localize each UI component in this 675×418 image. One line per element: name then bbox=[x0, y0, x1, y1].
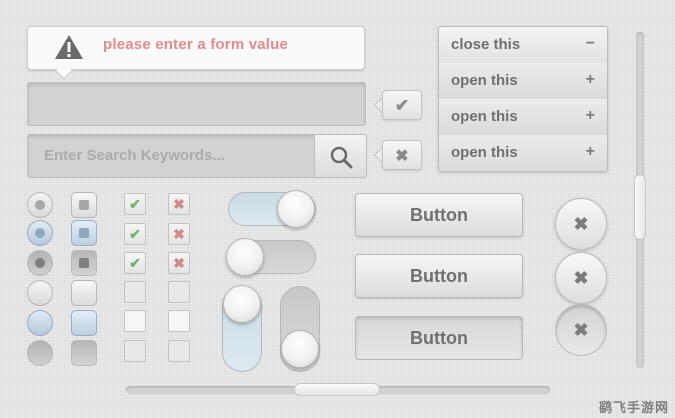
radio-default[interactable] bbox=[27, 280, 53, 306]
vertical-scrollbar-thumb[interactable] bbox=[634, 174, 646, 240]
radio-focus-selected[interactable] bbox=[27, 220, 53, 246]
button-default[interactable]: Button bbox=[355, 193, 523, 237]
toggle-knob[interactable] bbox=[226, 238, 264, 276]
close-icon: ✖ bbox=[395, 148, 409, 165]
checkbox-unchecked[interactable] bbox=[168, 340, 190, 362]
checkbox-crossed[interactable]: ✖ bbox=[168, 252, 190, 274]
close-button-pressed[interactable]: ✖ bbox=[555, 304, 607, 356]
close-button-hover[interactable]: ✖ bbox=[555, 252, 607, 304]
check-icon: ✔ bbox=[394, 96, 410, 115]
button-pressed[interactable]: Button bbox=[355, 316, 523, 360]
search-icon bbox=[330, 146, 353, 169]
horizontal-scrollbar-thumb[interactable] bbox=[294, 383, 380, 396]
accordion-item-label: open this bbox=[451, 144, 518, 161]
checkbox-unchecked[interactable] bbox=[168, 310, 190, 332]
checkbox-crossed[interactable]: ✖ bbox=[168, 223, 190, 245]
accordion-item-open-2[interactable]: open this + bbox=[439, 99, 607, 136]
checkbox-checked[interactable]: ✔ bbox=[124, 252, 146, 274]
checkbox-crossed[interactable]: ✖ bbox=[168, 193, 190, 215]
accordion-item-label: close this bbox=[451, 36, 521, 53]
invalid-indicator: ✖ bbox=[382, 140, 422, 170]
toggle-knob[interactable] bbox=[223, 285, 261, 323]
checkbox-unchecked[interactable] bbox=[124, 281, 146, 303]
text-input[interactable] bbox=[27, 82, 366, 126]
square-check[interactable] bbox=[71, 280, 97, 306]
toggle-knob[interactable] bbox=[281, 330, 319, 368]
radio-active-selected[interactable] bbox=[27, 250, 53, 276]
square-check-active-selected[interactable] bbox=[71, 250, 97, 276]
square-check-active[interactable] bbox=[71, 340, 97, 366]
radio-focus[interactable] bbox=[27, 310, 53, 336]
button-hover[interactable]: Button bbox=[355, 254, 523, 298]
checkbox-checked[interactable]: ✔ bbox=[124, 223, 146, 245]
watermark: 鹞飞手游网 bbox=[598, 400, 669, 415]
accordion-item-close[interactable]: close this − bbox=[439, 27, 607, 64]
checkbox-unchecked[interactable] bbox=[124, 340, 146, 362]
accordion-item-label: open this bbox=[451, 72, 518, 89]
valid-indicator: ✔ bbox=[382, 90, 422, 120]
checkbox-unchecked[interactable] bbox=[124, 310, 146, 332]
accordion-item-open-3[interactable]: open this + bbox=[439, 135, 607, 171]
accordion-item-label: open this bbox=[451, 108, 518, 125]
square-check-focus-selected[interactable] bbox=[71, 220, 97, 246]
accordion-item-open-1[interactable]: open this + bbox=[439, 63, 607, 100]
search-button[interactable] bbox=[314, 134, 367, 178]
square-check-selected[interactable] bbox=[71, 192, 97, 218]
toggle-knob[interactable] bbox=[277, 190, 315, 228]
radio-active[interactable] bbox=[27, 340, 53, 366]
plus-icon: + bbox=[585, 143, 595, 160]
plus-icon: + bbox=[585, 107, 595, 124]
radio-default-selected[interactable] bbox=[27, 192, 53, 218]
warning-icon bbox=[55, 35, 83, 59]
close-button[interactable]: ✖ bbox=[555, 198, 607, 250]
checkbox-unchecked[interactable] bbox=[168, 281, 190, 303]
plus-icon: + bbox=[585, 71, 595, 88]
accordion: close this − open this + open this + ope… bbox=[438, 26, 608, 172]
checkbox-checked[interactable]: ✔ bbox=[124, 193, 146, 215]
square-check-focus[interactable] bbox=[71, 310, 97, 336]
minus-icon: − bbox=[585, 35, 595, 52]
tooltip-message: please enter a form value bbox=[103, 36, 289, 53]
